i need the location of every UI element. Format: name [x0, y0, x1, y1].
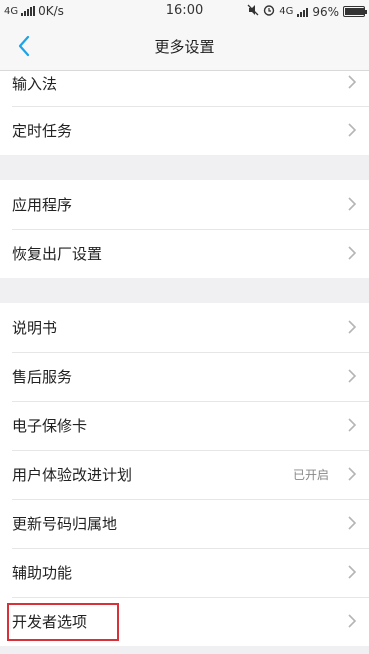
settings-item-scheduled-tasks[interactable]: 定时任务 — [0, 106, 369, 155]
settings-item-label: 开发者选项 — [12, 613, 88, 631]
page-title: 更多设置 — [154, 38, 215, 56]
chevron-right-icon — [348, 246, 357, 260]
battery-percent: 96% — [312, 4, 339, 19]
chevron-right-icon — [348, 467, 357, 481]
settings-item-label: 售后服务 — [12, 368, 73, 386]
settings-item-factory-reset[interactable]: 恢复出厂设置 — [0, 229, 369, 278]
chevron-right-icon — [348, 197, 357, 211]
signal-icon-2 — [297, 7, 309, 17]
chevron-right-icon — [348, 516, 357, 530]
status-right: 4G 96% — [247, 4, 367, 19]
status-bar: 4G 0K/s 16:00 4G 96% — [0, 0, 369, 22]
settings-item-status: 已开启 — [292, 468, 329, 482]
settings-item-warranty-card[interactable]: 电子保修卡 — [0, 401, 369, 450]
settings-item-applications[interactable]: 应用程序 — [0, 180, 369, 229]
settings-item-label: 辅助功能 — [12, 564, 73, 582]
mute-icon — [247, 4, 259, 19]
settings-item-label: 电子保修卡 — [12, 417, 88, 435]
chevron-right-icon — [348, 123, 357, 137]
settings-item-label: 输入法 — [12, 75, 58, 93]
chevron-right-icon — [348, 565, 357, 579]
settings-item-user-experience[interactable]: 用户体验改进计划 已开启 — [0, 450, 369, 499]
settings-item-developer-options[interactable]: 开发者选项 — [0, 597, 369, 646]
settings-group-1: 输入法 定时任务 — [0, 71, 369, 155]
settings-item-manual[interactable]: 说明书 — [0, 303, 369, 352]
network-type-2: 4G — [279, 6, 294, 17]
settings-item-label: 更新号码归属地 — [12, 515, 118, 533]
chevron-right-icon — [348, 320, 357, 334]
settings-list: 输入法 定时任务 应用程序 恢复出厂设置 说明书 售后服务 电子保修卡 用户体验… — [0, 71, 369, 646]
settings-item-label: 说明书 — [12, 319, 58, 337]
settings-item-input-method[interactable]: 输入法 — [0, 71, 369, 106]
settings-item-label: 定时任务 — [12, 122, 73, 140]
settings-group-2: 应用程序 恢复出厂设置 — [0, 180, 369, 278]
chevron-right-icon — [348, 614, 357, 628]
settings-item-after-sales[interactable]: 售后服务 — [0, 352, 369, 401]
alarm-icon — [263, 4, 275, 19]
chevron-right-icon — [348, 369, 357, 383]
settings-item-label: 用户体验改进计划 — [12, 466, 133, 484]
group-divider — [0, 278, 369, 303]
chevron-right-icon — [348, 418, 357, 432]
settings-item-number-location[interactable]: 更新号码归属地 — [0, 499, 369, 548]
settings-item-accessibility[interactable]: 辅助功能 — [0, 548, 369, 597]
settings-group-3: 说明书 售后服务 电子保修卡 用户体验改进计划 已开启 更新号码归属地 辅助功能… — [0, 303, 369, 646]
settings-item-label: 恢复出厂设置 — [12, 245, 103, 263]
chevron-right-icon — [348, 75, 357, 89]
settings-item-label: 应用程序 — [12, 196, 73, 214]
title-bar: 更多设置 — [0, 22, 369, 71]
group-divider — [0, 155, 369, 180]
battery-icon — [343, 6, 367, 17]
